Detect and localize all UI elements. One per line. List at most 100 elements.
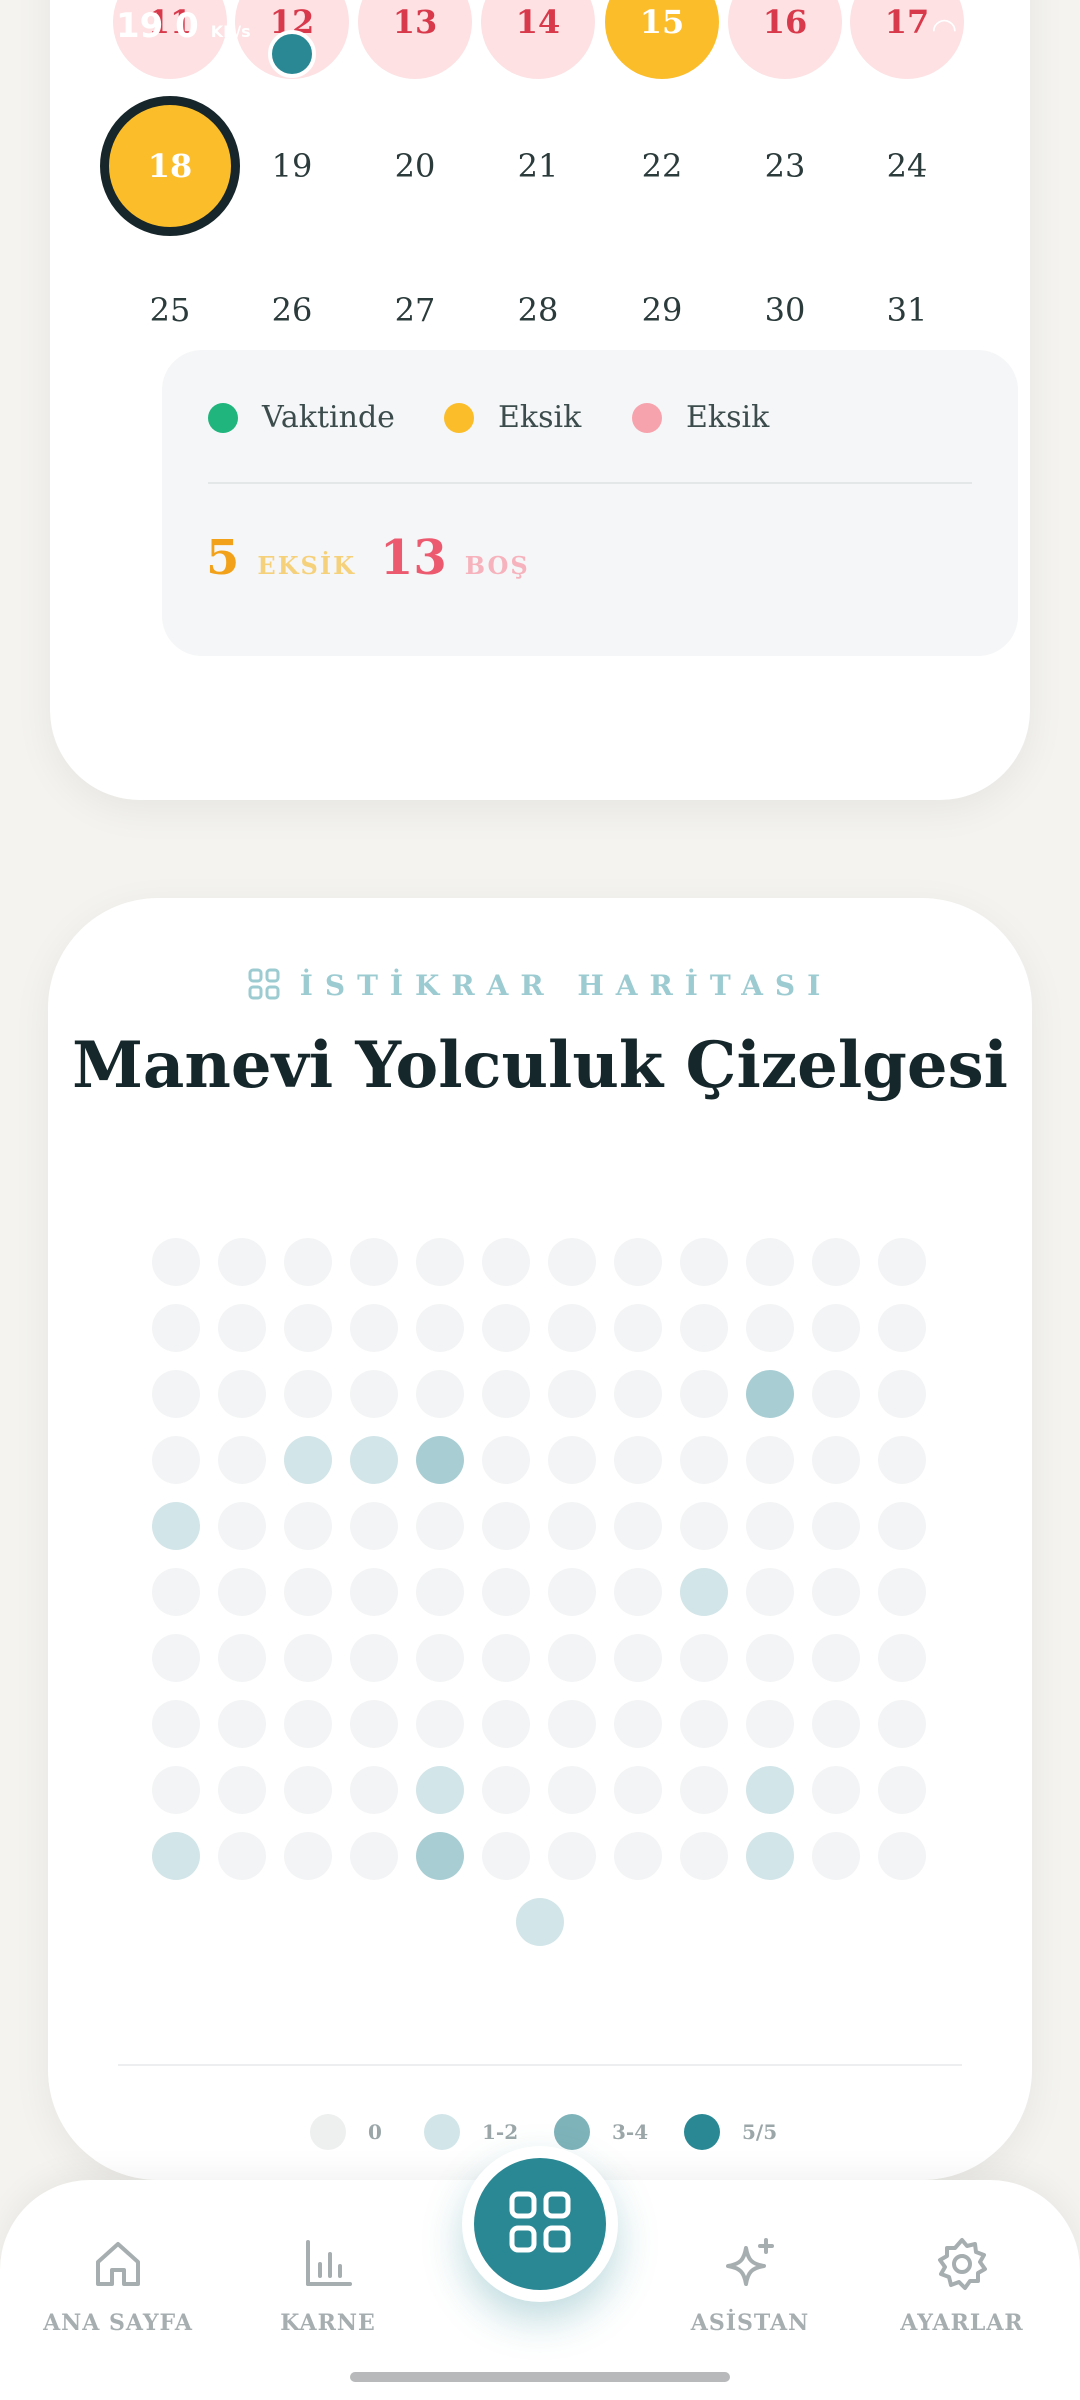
heatmap-cell[interactable] [284,1568,332,1616]
heatmap-cell[interactable] [548,1502,596,1550]
heatmap-cell[interactable] [218,1634,266,1682]
heatmap-cell[interactable] [350,1568,398,1616]
heatmap-cell[interactable] [350,1502,398,1550]
heatmap-cell[interactable] [152,1766,200,1814]
heatmap-cell[interactable] [812,1766,860,1814]
heatmap-cell[interactable] [614,1304,662,1352]
heatmap-cell[interactable] [482,1370,530,1418]
heatmap-cell[interactable] [284,1700,332,1748]
heatmap-cell[interactable] [812,1568,860,1616]
heatmap-cell[interactable] [812,1238,860,1286]
heatmap-cell[interactable] [878,1634,926,1682]
heatmap-cell[interactable] [746,1634,794,1682]
heatmap-cell[interactable] [548,1304,596,1352]
heatmap-cell[interactable] [812,1370,860,1418]
calendar-day[interactable]: 18 [100,96,240,236]
heatmap-cell[interactable] [812,1700,860,1748]
calendar-day[interactable]: 13 [358,0,472,79]
heatmap-cell[interactable] [284,1238,332,1286]
heatmap-cell[interactable] [482,1634,530,1682]
heatmap-cell[interactable] [152,1238,200,1286]
heatmap-cell[interactable] [416,1568,464,1616]
center-fab-button[interactable] [462,2146,618,2302]
heatmap-cell[interactable] [482,1304,530,1352]
heatmap-cell[interactable] [218,1370,266,1418]
heatmap-cell[interactable] [680,1304,728,1352]
heatmap-cell[interactable] [878,1766,926,1814]
heatmap-cell[interactable] [878,1502,926,1550]
nav-settings[interactable]: AYARLAR [872,2236,1052,2336]
heatmap-cell[interactable] [350,1436,398,1484]
heatmap-cell[interactable] [878,1700,926,1748]
heatmap-cell[interactable] [548,1634,596,1682]
heatmap-cell[interactable] [878,1238,926,1286]
heatmap-cell[interactable] [746,1568,794,1616]
heatmap-cell[interactable] [416,1700,464,1748]
heatmap-cell[interactable] [152,1304,200,1352]
heatmap-cell[interactable] [614,1832,662,1880]
heatmap-cell[interactable] [482,1568,530,1616]
heatmap-cell[interactable] [416,1436,464,1484]
heatmap-cell[interactable] [284,1502,332,1550]
heatmap-cell[interactable] [350,1634,398,1682]
heatmap-cell[interactable] [614,1700,662,1748]
heatmap-cell[interactable] [416,1502,464,1550]
heatmap-cell[interactable] [746,1304,794,1352]
heatmap-cell[interactable] [416,1832,464,1880]
heatmap-cell[interactable] [218,1304,266,1352]
nav-assistant[interactable]: ASİSTAN [660,2236,840,2336]
heatmap-cell[interactable] [746,1700,794,1748]
heatmap-cell[interactable] [548,1568,596,1616]
heatmap-cell[interactable] [812,1502,860,1550]
heatmap-cell[interactable] [746,1832,794,1880]
heatmap-cell[interactable] [350,1304,398,1352]
heatmap-cell[interactable] [746,1766,794,1814]
heatmap-cell[interactable] [680,1832,728,1880]
heatmap-cell[interactable] [284,1370,332,1418]
heatmap-cell[interactable] [482,1832,530,1880]
heatmap-cell[interactable] [746,1238,794,1286]
heatmap-cell[interactable] [548,1238,596,1286]
heatmap-cell[interactable] [152,1568,200,1616]
heatmap-cell[interactable] [284,1832,332,1880]
heatmap-cell[interactable] [812,1304,860,1352]
calendar-day[interactable]: 19 [235,109,349,223]
calendar-day[interactable]: 22 [605,109,719,223]
heatmap-cell[interactable] [350,1832,398,1880]
heatmap-cell[interactable] [218,1568,266,1616]
heatmap-cell[interactable] [482,1436,530,1484]
heatmap-cell[interactable] [878,1832,926,1880]
heatmap-cell[interactable] [680,1502,728,1550]
calendar-day[interactable]: 16 [728,0,842,79]
heatmap-cell[interactable] [516,1898,564,1946]
heatmap-cell[interactable] [350,1766,398,1814]
heatmap-cell[interactable] [614,1634,662,1682]
heatmap-cell[interactable] [350,1370,398,1418]
heatmap-cell[interactable] [680,1370,728,1418]
heatmap-cell[interactable] [746,1502,794,1550]
heatmap-cell[interactable] [416,1766,464,1814]
calendar-day[interactable]: 15 [605,0,719,79]
heatmap-cell[interactable] [416,1238,464,1286]
heatmap-cell[interactable] [680,1568,728,1616]
heatmap-cell[interactable] [812,1832,860,1880]
heatmap-cell[interactable] [482,1700,530,1748]
heatmap-cell[interactable] [284,1304,332,1352]
calendar-day[interactable]: 14 [481,0,595,79]
heatmap-cell[interactable] [416,1370,464,1418]
home-indicator[interactable] [350,2372,730,2382]
heatmap-cell[interactable] [482,1238,530,1286]
heatmap-cell[interactable] [878,1568,926,1616]
heatmap-cell[interactable] [284,1436,332,1484]
heatmap-cell[interactable] [350,1700,398,1748]
heatmap-cell[interactable] [878,1304,926,1352]
heatmap-cell[interactable] [812,1634,860,1682]
heatmap-cell[interactable] [878,1436,926,1484]
heatmap-cell[interactable] [878,1370,926,1418]
heatmap-cell[interactable] [614,1238,662,1286]
heatmap-cell[interactable] [152,1700,200,1748]
heatmap-cell[interactable] [680,1634,728,1682]
heatmap-cell[interactable] [812,1436,860,1484]
heatmap-cell[interactable] [680,1766,728,1814]
heatmap-cell[interactable] [482,1502,530,1550]
